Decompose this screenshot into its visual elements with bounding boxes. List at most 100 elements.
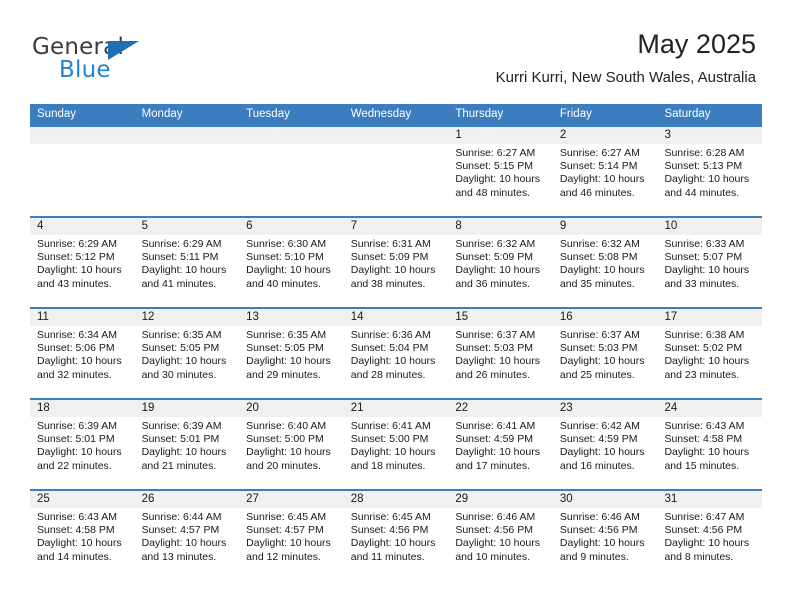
day-cell[interactable]: Sunrise: 6:41 AM Sunset: 4:59 PM Dayligh… — [448, 417, 553, 489]
sunset-text: Sunset: 5:08 PM — [559, 251, 638, 264]
weekday-header-row: Sunday Monday Tuesday Wednesday Thursday… — [30, 104, 762, 125]
sunrise-text: Sunrise: 6:32 AM — [559, 238, 640, 250]
day-cell[interactable]: Sunrise: 6:31 AM Sunset: 5:09 PM Dayligh… — [344, 235, 449, 307]
day-number[interactable]: 11 — [30, 309, 135, 326]
day-cell[interactable]: Sunrise: 6:39 AM Sunset: 5:01 PM Dayligh… — [135, 417, 240, 489]
day-cell[interactable]: Sunrise: 6:41 AM Sunset: 5:00 PM Dayligh… — [344, 417, 449, 489]
day-number[interactable]: 21 — [344, 400, 449, 417]
day-number[interactable]: 17 — [657, 309, 762, 326]
daylight-text-line2: and 28 minutes. — [350, 368, 426, 381]
day-number[interactable]: 15 — [448, 309, 553, 326]
day-number[interactable]: 18 — [30, 400, 135, 417]
day-cell[interactable]: Sunrise: 6:29 AM Sunset: 5:11 PM Dayligh… — [135, 235, 240, 307]
day-cell[interactable]: Sunrise: 6:32 AM Sunset: 5:08 PM Dayligh… — [553, 235, 658, 307]
day-cell[interactable]: Sunrise: 6:43 AM Sunset: 4:58 PM Dayligh… — [657, 417, 762, 489]
daylight-text-line2: and 16 minutes. — [559, 459, 635, 472]
day-cell[interactable]: Sunrise: 6:36 AM Sunset: 5:04 PM Dayligh… — [344, 326, 449, 398]
daylight-text-line1: Daylight: 10 hours — [141, 537, 227, 550]
day-detail-row: Sunrise: 6:29 AM Sunset: 5:12 PM Dayligh… — [30, 235, 762, 307]
day-number[interactable] — [344, 127, 449, 144]
day-cell[interactable]: Sunrise: 6:32 AM Sunset: 5:09 PM Dayligh… — [448, 235, 553, 307]
general-blue-logo[interactable]: General Blue — [32, 34, 212, 86]
day-number[interactable]: 13 — [239, 309, 344, 326]
day-cell[interactable]: Sunrise: 6:35 AM Sunset: 5:05 PM Dayligh… — [135, 326, 240, 398]
day-number[interactable]: 12 — [135, 309, 240, 326]
daylight-text-line2: and 44 minutes. — [664, 186, 740, 199]
day-number[interactable]: 28 — [344, 491, 449, 508]
day-number[interactable]: 10 — [657, 218, 762, 235]
day-cell[interactable]: Sunrise: 6:30 AM Sunset: 5:10 PM Dayligh… — [239, 235, 344, 307]
day-cell[interactable] — [135, 144, 240, 216]
day-number[interactable] — [30, 127, 135, 144]
day-number[interactable]: 24 — [657, 400, 762, 417]
day-cell[interactable]: Sunrise: 6:33 AM Sunset: 5:07 PM Dayligh… — [657, 235, 762, 307]
daylight-text-line1: Daylight: 10 hours — [559, 173, 645, 186]
day-cell[interactable]: Sunrise: 6:46 AM Sunset: 4:56 PM Dayligh… — [448, 508, 553, 580]
sunrise-text: Sunrise: 6:30 AM — [246, 238, 327, 250]
day-number[interactable]: 14 — [344, 309, 449, 326]
day-cell[interactable]: Sunrise: 6:45 AM Sunset: 4:57 PM Dayligh… — [239, 508, 344, 580]
day-cell[interactable]: Sunrise: 6:45 AM Sunset: 4:56 PM Dayligh… — [344, 508, 449, 580]
day-cell[interactable]: Sunrise: 6:47 AM Sunset: 4:56 PM Dayligh… — [657, 508, 762, 580]
weekday-header-saturday: Saturday — [664, 108, 711, 120]
day-cell[interactable]: Sunrise: 6:46 AM Sunset: 4:56 PM Dayligh… — [553, 508, 658, 580]
day-cell[interactable]: Sunrise: 6:35 AM Sunset: 5:05 PM Dayligh… — [239, 326, 344, 398]
daylight-text-line1: Daylight: 10 hours — [141, 264, 227, 277]
day-cell[interactable]: Sunrise: 6:40 AM Sunset: 5:00 PM Dayligh… — [239, 417, 344, 489]
day-cell[interactable]: Sunrise: 6:34 AM Sunset: 5:06 PM Dayligh… — [30, 326, 135, 398]
day-number[interactable]: 31 — [657, 491, 762, 508]
daylight-text-line2: and 9 minutes. — [559, 550, 629, 563]
day-cell[interactable] — [30, 144, 135, 216]
day-cell[interactable]: Sunrise: 6:43 AM Sunset: 4:58 PM Dayligh… — [30, 508, 135, 580]
day-cell[interactable] — [344, 144, 449, 216]
day-number[interactable]: 20 — [239, 400, 344, 417]
day-number[interactable]: 27 — [239, 491, 344, 508]
day-cell[interactable]: Sunrise: 6:38 AM Sunset: 5:02 PM Dayligh… — [657, 326, 762, 398]
daylight-text-line1: Daylight: 10 hours — [246, 355, 331, 368]
logo-text-blue: Blue — [59, 57, 111, 83]
daylight-text-line1: Daylight: 10 hours — [141, 355, 227, 368]
day-cell[interactable]: Sunrise: 6:42 AM Sunset: 4:59 PM Dayligh… — [553, 417, 658, 489]
day-number[interactable]: 7 — [344, 218, 449, 235]
day-cell[interactable]: Sunrise: 6:29 AM Sunset: 5:12 PM Dayligh… — [30, 235, 135, 307]
day-cell[interactable]: Sunrise: 6:39 AM Sunset: 5:01 PM Dayligh… — [30, 417, 135, 489]
day-number[interactable]: 22 — [448, 400, 553, 417]
day-number[interactable]: 8 — [448, 218, 553, 235]
week-row: 1 2 3 Sunrise: 6:27 AM Sunset: 5:15 PM D… — [30, 125, 762, 216]
sunrise-text: Sunrise: 6:27 AM — [559, 147, 640, 159]
day-number[interactable]: 30 — [553, 491, 658, 508]
day-number[interactable] — [239, 127, 344, 144]
title-block: May 2025 Kurri Kurri, New South Wales, A… — [496, 28, 756, 87]
day-number[interactable]: 6 — [239, 218, 344, 235]
day-number[interactable]: 9 — [553, 218, 658, 235]
daylight-text-line1: Daylight: 10 hours — [664, 173, 750, 186]
calendar-grid: Sunday Monday Tuesday Wednesday Thursday… — [30, 104, 762, 580]
daylight-text-line2: and 36 minutes. — [455, 277, 531, 290]
day-number[interactable] — [135, 127, 240, 144]
day-cell[interactable]: Sunrise: 6:27 AM Sunset: 5:15 PM Dayligh… — [448, 144, 553, 216]
daylight-text-line2: and 43 minutes. — [37, 277, 112, 290]
day-cell[interactable]: Sunrise: 6:28 AM Sunset: 5:13 PM Dayligh… — [657, 144, 762, 216]
day-number[interactable]: 25 — [30, 491, 135, 508]
day-cell[interactable]: Sunrise: 6:37 AM Sunset: 5:03 PM Dayligh… — [553, 326, 658, 398]
day-number[interactable]: 5 — [135, 218, 240, 235]
day-number[interactable]: 16 — [553, 309, 658, 326]
day-number[interactable]: 3 — [657, 127, 762, 144]
day-cell[interactable]: Sunrise: 6:27 AM Sunset: 5:14 PM Dayligh… — [553, 144, 658, 216]
day-number[interactable]: 23 — [553, 400, 658, 417]
sunset-text: Sunset: 4:56 PM — [664, 524, 743, 537]
sunset-text: Sunset: 5:09 PM — [350, 251, 429, 264]
daylight-text-line2: and 32 minutes. — [37, 368, 112, 381]
day-number[interactable]: 26 — [135, 491, 240, 508]
daylight-text-line2: and 15 minutes. — [664, 459, 740, 472]
day-cell[interactable]: Sunrise: 6:44 AM Sunset: 4:57 PM Dayligh… — [135, 508, 240, 580]
day-number[interactable]: 19 — [135, 400, 240, 417]
day-cell[interactable]: Sunrise: 6:37 AM Sunset: 5:03 PM Dayligh… — [448, 326, 553, 398]
day-number[interactable]: 4 — [30, 218, 135, 235]
day-cell[interactable] — [239, 144, 344, 216]
daylight-text-line2: and 41 minutes. — [141, 277, 217, 290]
day-number[interactable]: 2 — [553, 127, 658, 144]
day-number[interactable]: 1 — [448, 127, 553, 144]
day-number[interactable]: 29 — [448, 491, 553, 508]
daylight-text-line2: and 18 minutes. — [350, 459, 426, 472]
